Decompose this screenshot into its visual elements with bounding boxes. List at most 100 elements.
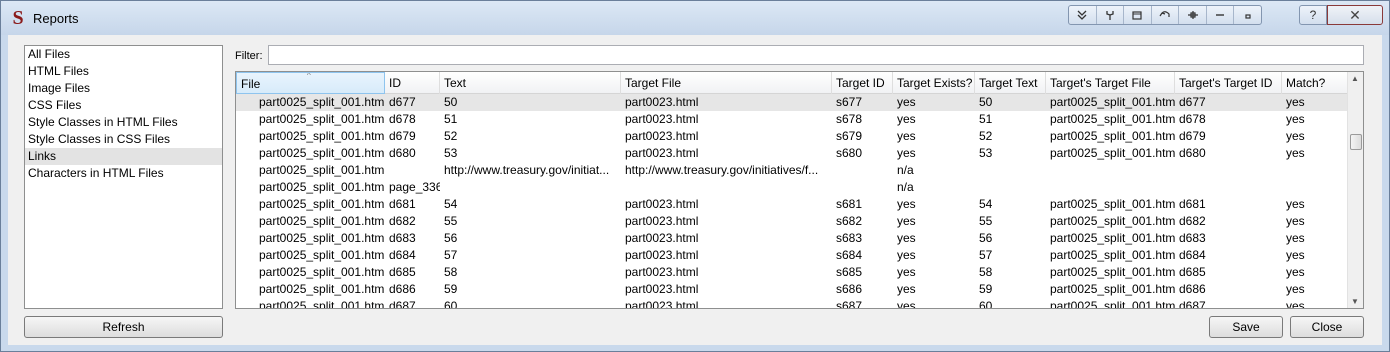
table-cell: part0025_split_001.html (259, 214, 385, 228)
column-header-label: Target Exists? (897, 76, 973, 90)
table-row[interactable]: part0025_split_001.html d687 60 part0023.ht… (236, 298, 1348, 309)
table-cell: part0025_split_001.html (1050, 265, 1175, 279)
sidebar-item[interactable]: Style Classes in HTML Files (25, 114, 222, 131)
table-cell: d683 (389, 231, 416, 245)
table-cell: 50 (444, 95, 458, 109)
sidebar-item[interactable]: Links (25, 148, 222, 165)
minimize-icon[interactable] (1207, 6, 1235, 24)
table-cell: d686 (389, 282, 416, 296)
table-cell: http://www.treasury.gov/initiatives/f... (625, 163, 819, 177)
sidebar-item[interactable]: Characters in HTML Files (25, 165, 222, 182)
sidebar-item[interactable]: CSS Files (25, 97, 222, 114)
table-cell: part0025_split_001.html (259, 248, 385, 262)
table-cell: 58 (979, 265, 993, 279)
column-header[interactable]: ID (385, 72, 440, 94)
table-cell: yes (1286, 299, 1305, 309)
window-close-button[interactable]: ✕ (1327, 5, 1383, 25)
table-cell: d686 (1179, 282, 1206, 296)
column-header[interactable]: Target's Target ID (1175, 72, 1282, 94)
column-header[interactable]: Target's Target File (1046, 72, 1175, 94)
sidebar-item[interactable]: HTML Files (25, 63, 222, 80)
table-cell: part0023.html (625, 231, 699, 245)
wrench-icon[interactable] (1097, 6, 1125, 24)
table-cell: part0025_split_001.html (259, 299, 385, 309)
table-cell (1046, 162, 1175, 179)
table-cell: yes (1286, 282, 1305, 296)
dock-icon[interactable] (1179, 6, 1207, 24)
vertical-scrollbar[interactable]: ▲ ▼ (1347, 72, 1363, 308)
table-cell: yes (1286, 146, 1305, 160)
save-button[interactable]: Save (1209, 316, 1283, 338)
scrollbar-thumb[interactable] (1350, 134, 1362, 150)
table-cell: yes (1286, 112, 1305, 126)
table-cell: 53 (979, 146, 993, 160)
table-body: part0025_split_001.html d677 50 part0023.ht… (236, 94, 1348, 309)
table-cell: d684 (1179, 248, 1206, 262)
table-cell (832, 162, 893, 179)
table-row[interactable]: part0025_split_001.html d684 57 part0023.ht… (236, 247, 1348, 264)
refresh-button[interactable]: Refresh (24, 316, 223, 338)
small-window-icon[interactable] (1234, 6, 1261, 24)
table-cell: part0025_split_001.html (259, 112, 385, 126)
table-cell: part0025_split_001.html (1050, 299, 1175, 309)
column-header[interactable]: Target File (621, 72, 832, 94)
table-row[interactable]: part0025_split_001.html d686 59 part0023.ht… (236, 281, 1348, 298)
table-cell: part0025_split_001.html (1050, 248, 1175, 262)
table-cell: part0023.html (625, 299, 699, 309)
table-cell: 50 (979, 95, 993, 109)
table-header: File ^ ID Text Target File Target ID Target Ex… (236, 72, 1348, 94)
column-header[interactable]: Match? (1282, 72, 1348, 94)
column-header[interactable]: Target ID (832, 72, 893, 94)
sidebar-item[interactable]: Style Classes in CSS Files (25, 131, 222, 148)
table-cell: d683 (1179, 231, 1206, 245)
help-button[interactable]: ? (1299, 5, 1327, 25)
sort-ascending-icon: ^ (307, 72, 311, 80)
column-header-label: ID (389, 76, 401, 90)
table-cell: part0025_split_001.html (1050, 112, 1175, 126)
table-row[interactable]: part0025_split_001.html d677 50 part0023.ht… (236, 94, 1348, 111)
report-type-list[interactable]: All Files HTML Files Image Files CSS Files S… (24, 45, 223, 309)
sidebar-item[interactable]: All Files (25, 46, 222, 63)
filter-input[interactable] (268, 45, 1364, 65)
close-button[interactable]: Close (1290, 316, 1364, 338)
table-row[interactable]: part0025_split_001.html d685 58 part0023.ht… (236, 264, 1348, 281)
column-header-label: Text (444, 76, 467, 90)
scroll-down-arrow-icon[interactable]: ▼ (1351, 297, 1359, 306)
column-header[interactable]: File ^ (236, 72, 385, 94)
table-cell: 55 (979, 214, 993, 228)
chevrons-down-icon[interactable] (1069, 6, 1097, 24)
table-cell: part0025_split_001.html (259, 231, 385, 245)
table-cell: part0023.html (625, 214, 699, 228)
restore-icon[interactable] (1124, 6, 1152, 24)
undo-icon[interactable] (1152, 6, 1180, 24)
table-cell (1046, 179, 1175, 196)
table-row[interactable]: part0025_split_001.html page_336 n/a (236, 179, 1348, 196)
sidebar-item[interactable]: Image Files (25, 80, 222, 97)
table-row[interactable]: part0025_split_001.html d680 53 part0023.ht… (236, 145, 1348, 162)
table-cell: part0025_split_001.html (259, 282, 385, 296)
scroll-up-arrow-icon[interactable]: ▲ (1351, 74, 1359, 83)
table-row[interactable]: part0025_split_001.html d679 52 part0023.ht… (236, 128, 1348, 145)
table-cell: part0023.html (625, 95, 699, 109)
column-header[interactable]: Target Text (975, 72, 1046, 94)
table-cell: s684 (836, 248, 863, 262)
table-cell: d685 (1179, 265, 1206, 279)
table-cell: yes (1286, 197, 1305, 211)
table-cell: d681 (389, 197, 416, 211)
column-header[interactable]: Text (440, 72, 621, 94)
table-row[interactable]: part0025_split_001.html http://www.treasu… (236, 162, 1348, 179)
table-row[interactable]: part0025_split_001.html d681 54 part0023.ht… (236, 196, 1348, 213)
table-cell (975, 162, 1046, 179)
table-cell: 51 (979, 112, 993, 126)
title-bar[interactable]: S Reports ? ✕ (1, 1, 1389, 35)
column-header[interactable]: Target Exists? (893, 72, 975, 94)
table-row[interactable]: part0025_split_001.html d682 55 part0023.ht… (236, 213, 1348, 230)
table-cell: s687 (836, 299, 863, 309)
column-header-label: Target ID (836, 76, 885, 90)
table-cell: 56 (979, 231, 993, 245)
table-row[interactable]: part0025_split_001.html d683 56 part0023.ht… (236, 230, 1348, 247)
table-row[interactable]: part0025_split_001.html d678 51 part0023.ht… (236, 111, 1348, 128)
table-cell: part0025_split_001.html (259, 265, 385, 279)
links-table: File ^ ID Text Target File Target ID Target Ex… (235, 71, 1364, 309)
table-cell (385, 162, 440, 179)
